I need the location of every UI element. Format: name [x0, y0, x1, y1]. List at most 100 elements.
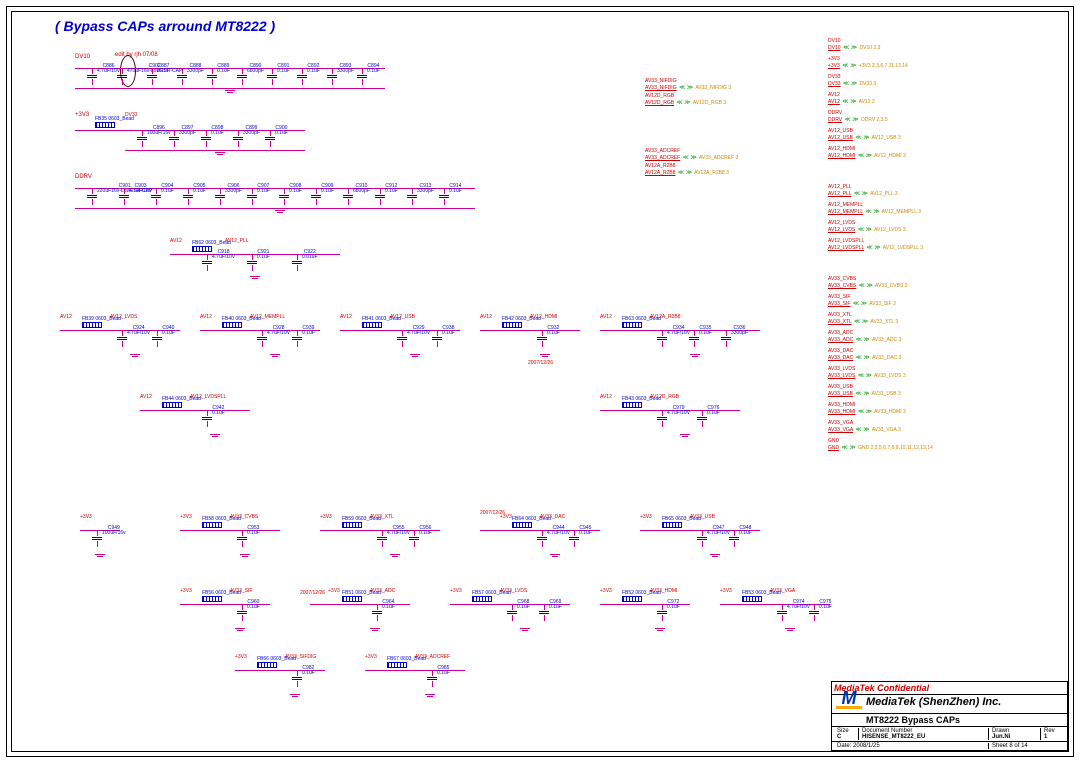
cap-C944: C9444.7uF/10V [535, 530, 549, 547]
cap-C901: C901220uF16v-LowESR-CAP [85, 188, 99, 205]
schematic-title: ( Bypass CAPs arround MT8222 ) [55, 18, 275, 34]
cap-C912: C9120.1uF [373, 188, 387, 205]
group-row9: +3V3 FB56 0603_Bead AV33_SIF C9600.1uF 2… [180, 594, 810, 640]
logo-icon: M [836, 685, 862, 711]
title-block: MediaTek Confidential M MediaTek (ShenZh… [831, 681, 1068, 751]
cap-C896: C896100uF/16v [135, 130, 149, 147]
offpage-AV12_LVDSPLL: AV12_LVDSPLLAV12_LVDSPLL ≪ ≫ AV12_LVDSPL… [828, 238, 1058, 256]
bead-fb41: FB41 0603_Bead [362, 322, 382, 328]
cap-C936: C9363300pF [719, 330, 733, 347]
rail-av12-a: AV12 [170, 238, 182, 244]
cap-C985: C9850.1uF [425, 670, 439, 687]
cap-C972: C9720.1uF [655, 604, 669, 621]
cap-C922: C9220.01uF [290, 254, 304, 271]
cap-C940: C9400.1uF [150, 330, 164, 347]
group-row8: +3V3 FB58 0603_Bead AV33_CVBS C9530.1uF … [180, 520, 780, 566]
bead-fb44: FB44 0603_Bead [162, 402, 182, 408]
group-ddrv: DDRV C901220uF16v-LowESR-CAPC9034.7uF/10… [75, 180, 475, 220]
cap-C894: C8940.1uF [355, 68, 369, 85]
rail-3v3: +3V3 [75, 112, 89, 118]
cap-C939: C9390.1uF [290, 330, 304, 347]
cap-C889: C8890.1uF [205, 68, 219, 85]
cap-C893: C8933300pF [325, 68, 339, 85]
cap-C948: C9480.1uF [727, 530, 741, 547]
bead-fb53: FB53 0603_Bead [742, 596, 762, 602]
group-row5: AV12 FB39 0603_Bead AV12_LVDS C9244.7uF/… [60, 320, 810, 370]
bead-fb40: FB40 0603_Bead [222, 322, 242, 328]
bead-fb63: FB63 0603_Bead [622, 322, 642, 328]
group-av12-pll: AV12 FB62 0603_Bead AV12_PLL C9184.7uF/1… [170, 244, 350, 286]
offpage-AV12_PLL: AV12_PLLAV12_PLL ≪ ≫ AV12_PLL 3 [828, 184, 1058, 202]
bead-fb39: FB39 0603_Bead [82, 322, 102, 328]
cap-C955: C9554.7uF/10V [375, 530, 389, 547]
offpage-AV33_NIFDIG: AV33_NIFDIGAV33_NIFDIG ≪ ≫ AV33_NIFDIG 3 [645, 78, 815, 91]
offpage-AV33_DAC: AV33_DACAV33_DAC ≪ ≫ AV33_DAC 3 [828, 348, 1058, 366]
bead-fb43: FB43 0603_Bead [622, 402, 642, 408]
cap-C929: C9294.7uF/10V [395, 330, 409, 347]
bead-fb65: FB65 0603_Bead [662, 522, 682, 528]
offpage-AV33_SIF: AV33_SIFAV33_SIF ≪ ≫ AV33_SIF 3 [828, 294, 1058, 312]
bead-fb67: FB67 0603_Bead [387, 662, 407, 668]
offpage-AV12_LVDS: AV12_LVDSAV12_LVDS ≪ ≫ AV12_LVDS 3 [828, 220, 1058, 238]
cap-C907: C9070.1uF [245, 188, 259, 205]
cap-C921: C9210.1uF [245, 254, 259, 271]
cap-C918: C9184.7uF/10V [200, 254, 214, 271]
group-lvdspll: AV12 FB44 0603_Bead AV12_LVDSPLL C9420.1… [140, 400, 260, 442]
cap-C913: C9133300pF [405, 188, 419, 205]
cap-C982: C9820.1uF [290, 670, 304, 687]
offpage-AV12A_R2B8: AV12A_R2B8AV12A_R2B8 ≪ ≫ AV12A_R2B8 3 [645, 163, 815, 176]
bead-fb56: FB56 0603_Bead [202, 596, 222, 602]
offpage-AV33_XTL: AV33_XTLAV33_XTL ≪ ≫ AV33_XTL 3 [828, 312, 1058, 330]
offpage-AV33_ADCREF: AV33_ADCREFAV33_ADCREF ≪ ≫ AV33_ADCREF 3 [645, 148, 815, 161]
cap-C938: C9380.1uF [430, 330, 444, 347]
cap-C974: C9744.7uF/10V [775, 604, 789, 621]
cap-C964: C9640.1uF [370, 604, 384, 621]
cap-C891: C8910.1uF [265, 68, 279, 85]
cap-C956: C9560.1uF [407, 530, 421, 547]
offpage-AV12: AV12AV12 ≪ ≫ AV12 2 [828, 92, 1058, 110]
group-3v3: +3V3 FB35 0603_Bead DV33 C896100uF/16vC8… [75, 118, 335, 162]
group-av12d-rgb: AV12 FB43 0603_Bead AV12D_RGB C9794.7uF/… [600, 400, 750, 442]
company-name: MediaTek (ShenZhen) Inc. [866, 696, 1001, 712]
cap-C953: C9530.1uF [235, 530, 249, 547]
cap-C900: C9000.1uF [263, 130, 277, 147]
rail-dv10: DV10 [75, 54, 90, 60]
cap-C975: C9750.1uF [807, 604, 821, 621]
offpage-AV12_HDMI: AV12_HDMIAV12_HDMI ≪ ≫ AV12_HDMI 3 [828, 146, 1058, 164]
cap-C909: C9090.1uF [309, 188, 323, 205]
offpage-+3V3: +3V3+3V3 ≪ ≫ +3V3 2,3,6,7,11,13,14 [828, 56, 1058, 74]
rail-ddrv: DDRV [75, 174, 92, 180]
bead-fb51: FB51 0603_Bead [342, 596, 362, 602]
cap-C887: C8870.1uF [145, 68, 159, 85]
cap-C960: C9600.1uF [235, 604, 249, 621]
cap-C902: C902470uF16v-LowESR-CAP [115, 68, 129, 85]
bead-fb52: FB52 0603_Bead [622, 596, 642, 602]
rail-av12pll: AV12_PLL [225, 238, 249, 244]
offpage-DV10: DV10DV10 ≪ ≫ DV10 2,3 [828, 38, 1058, 56]
date-note-1: 2007/12/26 [528, 360, 553, 366]
offpage-connectors-left: AV33_NIFDIGAV33_NIFDIG ≪ ≫ AV33_NIFDIG 3… [645, 78, 815, 178]
cap-C932: C9320.1uF [535, 330, 549, 347]
offpage-AV12_MEMPLL: AV12_MEMPLLAV12_MEMPLL ≪ ≫ AV12_MEMPLL 3 [828, 202, 1058, 220]
offpage-DV33: DV33DV33 ≪ ≫ DV33 3 [828, 74, 1058, 92]
bead-fb57: FB57 0603_Bead [472, 596, 492, 602]
group-row10: +3V3 FB66 0603_Bead AV33_SIFDIG C9820.1u… [235, 660, 495, 704]
offpage-connectors-right: DV10DV10 ≪ ≫ DV10 2,3+3V3+3V3 ≪ ≫ +3V3 2… [828, 38, 1058, 456]
offpage-GND: GNDGND ≪ ≫ GND 2,3,5,6,7,8,9,10,11,12,13… [828, 438, 1058, 456]
net-dv33: DV33 [125, 112, 138, 118]
edit-note: edit by rjh 07/08 [115, 52, 158, 58]
offpage-AV33_USB: AV33_USBAV33_USB ≪ ≫ AV33_USB 3 [828, 384, 1058, 402]
cap-C914: C9140.1uF [437, 188, 451, 205]
offpage-AV12D_RGB: AV12D_RGBAV12D_RGB ≪ ≫ AV12D_RGB 3 [645, 93, 815, 106]
cap-C942: C9420.1uF [200, 410, 214, 427]
offpage-AV33_LVDS: AV33_LVDSAV33_LVDS ≪ ≫ AV33_LVDS 3 [828, 366, 1058, 384]
offpage-AV33_ADC: AV33_ADCAV33_ADC ≪ ≫ AV33_ADC 3 [828, 330, 1058, 348]
offpage-DDRV: DDRVDDRV ≪ ≫ DDRV 2,3,5 [828, 110, 1058, 128]
cap-C976: C9760.1uF [695, 410, 709, 427]
cap-C886: C8864.7uF/10V [85, 68, 99, 85]
group-dv10: DV10 C8864.7uF/10VC902470uF16v-LowESR-CA… [75, 60, 385, 100]
cap-C908: C9080.1uF [277, 188, 291, 205]
cap-C905: C9050.1uF [181, 188, 195, 205]
cap-C969: C9690.1uF [537, 604, 551, 621]
bead-fb42: FB42 0603_Bead [502, 322, 522, 328]
